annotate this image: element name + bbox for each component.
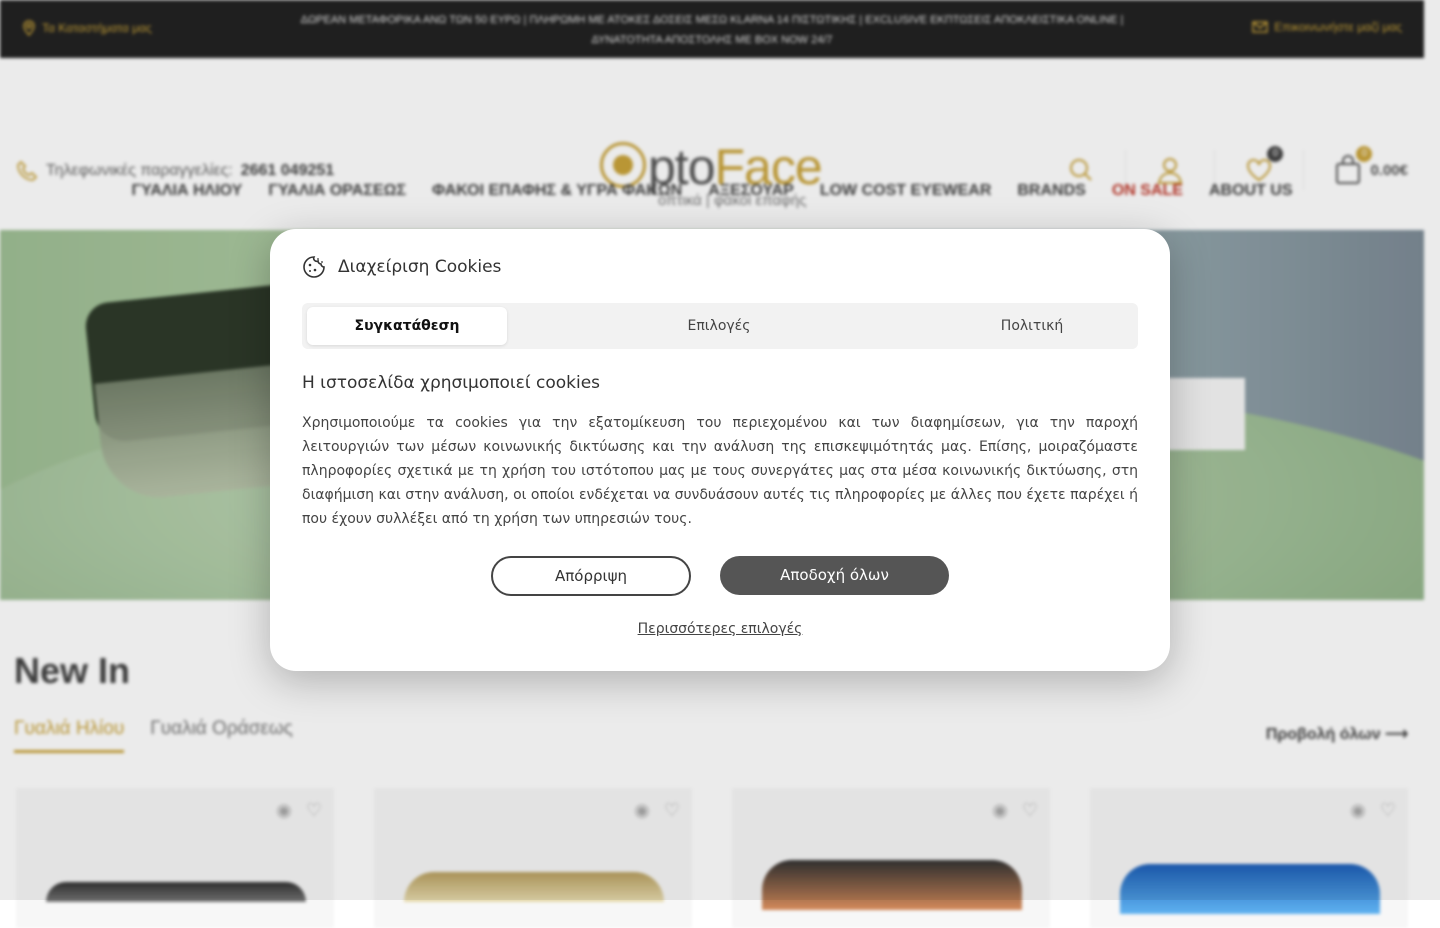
cookie-dialog: Διαχείριση Cookies Συγκατάθεση Επιλογές … — [270, 229, 1170, 671]
cookie-body-text: Χρησιμοποιούμε τα cookies για την εξατομ… — [302, 415, 1138, 527]
cookie-dialog-header: Διαχείριση Cookies — [302, 255, 501, 279]
tab-consent[interactable]: Συγκατάθεση — [307, 307, 507, 345]
cookie-heading: Η ιστοσελίδα χρησιμοποιεί cookies — [302, 373, 601, 393]
more-options-link[interactable]: Περισσότερες επιλογές — [270, 621, 1170, 637]
cookie-icon — [303, 256, 325, 278]
reject-button[interactable]: Απόρριψη — [491, 556, 691, 596]
accept-all-button[interactable]: Αποδοχή όλων — [720, 556, 949, 595]
cookie-tabs: Συγκατάθεση Επιλογές Πολιτική — [302, 303, 1138, 349]
tab-options[interactable]: Επιλογές — [619, 307, 819, 345]
cookie-dialog-title: Διαχείριση Cookies — [338, 257, 502, 277]
tab-policy[interactable]: Πολιτική — [932, 307, 1132, 345]
